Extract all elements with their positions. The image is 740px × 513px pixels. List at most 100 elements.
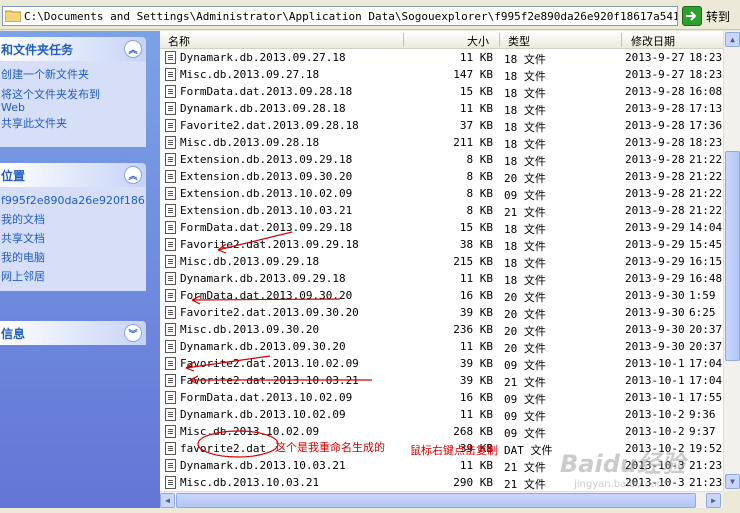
file-time: 9:36 bbox=[689, 408, 716, 421]
task-share-folder[interactable]: 共享此文件夹 bbox=[1, 114, 146, 133]
column-divider[interactable] bbox=[403, 33, 404, 47]
file-type: 20 文件 bbox=[504, 308, 546, 321]
go-label: 转到 bbox=[706, 9, 731, 24]
panel-title: 和文件夹任务 bbox=[1, 42, 74, 57]
table-row[interactable]: Favorite2.dat.2013.10.03.21 39 KB 21 文件 201… bbox=[160, 372, 723, 389]
table-row[interactable]: Misc.db.2013.09.27.18 147 KB 18 文件 2013-9-2… bbox=[160, 66, 723, 83]
file-date: 2013-9-28 bbox=[625, 119, 685, 132]
file-size: 11 KB bbox=[459, 102, 493, 115]
task-publish-web-cont[interactable]: Web bbox=[1, 102, 146, 114]
file-icon bbox=[165, 238, 176, 251]
file-date: 2013-9-29 bbox=[625, 238, 685, 251]
table-row[interactable]: Dynamark.db.2013.09.30.20 11 KB 20 文件 2013-… bbox=[160, 338, 723, 355]
task-publish-web[interactable]: 将这个文件夹发布到 bbox=[1, 87, 146, 102]
file-date: 2013-10-1 bbox=[625, 391, 685, 404]
file-size: 268 KB bbox=[453, 425, 493, 438]
file-size: 11 KB bbox=[459, 340, 493, 353]
column-divider[interactable] bbox=[621, 33, 622, 47]
scroll-up-arrow-icon[interactable]: ▲ bbox=[725, 32, 740, 47]
file-type: 18 文件 bbox=[504, 87, 546, 100]
details-header[interactable]: 信息 ︾ bbox=[0, 321, 146, 345]
file-name: favorite2.dat bbox=[180, 442, 267, 455]
file-date: 2013-9-27 bbox=[625, 68, 685, 81]
file-name: Favorite2.dat.2013.09.29.18 bbox=[180, 238, 359, 251]
file-size: 39 KB bbox=[459, 306, 493, 319]
folder-icon bbox=[5, 10, 21, 22]
address-bar: C:\Documents and Settings\Administrator\… bbox=[0, 0, 740, 30]
table-row[interactable]: Extension.db.2013.09.30.20 8 KB 20 文件 2013-… bbox=[160, 168, 723, 185]
table-row[interactable]: FormData.dat.2013.09.30.20 16 KB 20 文件 2013… bbox=[160, 287, 723, 304]
file-icon bbox=[165, 51, 176, 64]
file-type: 18 文件 bbox=[504, 53, 546, 66]
task-new-folder[interactable]: 创建一个新文件夹 bbox=[1, 65, 146, 84]
vertical-scroll-thumb[interactable] bbox=[725, 151, 740, 361]
place-parent-folder[interactable]: f995f2e890da26e920f186 bbox=[1, 191, 146, 210]
table-row[interactable]: Extension.db.2013.10.02.09 8 KB 09 文件 2013-… bbox=[160, 185, 723, 202]
file-name: Dynamark.db.2013.09.30.20 bbox=[180, 340, 346, 353]
file-modified: 2013-9-30 6:25 bbox=[625, 306, 716, 319]
file-type: 20 文件 bbox=[504, 291, 546, 304]
table-row[interactable]: Favorite2.dat.2013.10.02.09 39 KB 09 文件 201… bbox=[160, 355, 723, 372]
file-modified: 2013-9-28 18:23 bbox=[625, 136, 722, 149]
chevron-up-icon[interactable]: ︽ bbox=[124, 166, 142, 184]
file-icon bbox=[165, 391, 176, 404]
chevron-down-icon[interactable]: ︾ bbox=[124, 324, 142, 342]
file-name: Dynamark.db.2013.09.28.18 bbox=[180, 102, 346, 115]
file-time: 6:25 bbox=[689, 306, 716, 319]
file-name: Dynamark.db.2013.09.29.18 bbox=[180, 272, 346, 285]
file-modified: 2013-10-1 17:55 bbox=[625, 391, 722, 404]
file-type: 18 文件 bbox=[504, 104, 546, 117]
file-type: 18 文件 bbox=[504, 70, 546, 83]
file-time: 1:59 bbox=[689, 289, 716, 302]
table-row[interactable]: Favorite2.dat.2013.09.30.20 39 KB 20 文件 201… bbox=[160, 304, 723, 321]
table-row[interactable]: Dynamark.db.2013.09.29.18 11 KB 18 文件 2013-… bbox=[160, 270, 723, 287]
place-shared-documents[interactable]: 共享文档 bbox=[1, 229, 146, 248]
file-modified: 2013-9-27 18:23 bbox=[625, 51, 722, 64]
watermark-logo: Baidu经验 bbox=[560, 450, 685, 478]
table-row[interactable]: Favorite2.dat.2013.09.29.18 38 KB 18 文件 201… bbox=[160, 236, 723, 253]
place-my-computer[interactable]: 我的电脑 bbox=[1, 248, 146, 267]
table-row[interactable]: Extension.db.2013.09.29.18 8 KB 18 文件 2013-… bbox=[160, 151, 723, 168]
address-input[interactable]: C:\Documents and Settings\Administrator\… bbox=[2, 6, 678, 26]
file-date: 2013-9-28 bbox=[625, 85, 685, 98]
column-modified[interactable]: 修改日期 bbox=[631, 33, 675, 49]
file-name: Dynamark.db.2013.10.03.21 bbox=[180, 459, 346, 472]
table-row[interactable]: Dynamark.db.2013.10.02.09 11 KB 09 文件 2013-… bbox=[160, 406, 723, 423]
table-row[interactable]: Extension.db.2013.10.03.21 8 KB 21 文件 2013-… bbox=[160, 202, 723, 219]
column-size[interactable]: 大小 bbox=[467, 33, 489, 49]
table-row[interactable]: Misc.db.2013.09.30.20 236 KB 20 文件 2013-9-3… bbox=[160, 321, 723, 338]
column-divider[interactable] bbox=[499, 33, 500, 47]
other-places-header[interactable]: 位置 ︽ bbox=[0, 163, 146, 187]
table-row[interactable]: Dynamark.db.2013.09.27.18 11 KB 18 文件 2013-… bbox=[160, 49, 723, 66]
vertical-scrollbar[interactable]: ▲ ▼ bbox=[723, 31, 740, 491]
table-row[interactable]: FormData.dat.2013.10.02.09 16 KB 09 文件 2013… bbox=[160, 389, 723, 406]
chevron-up-icon[interactable]: ︽ bbox=[124, 40, 142, 58]
file-time: 17:04 bbox=[689, 357, 723, 370]
column-name[interactable]: 名称 bbox=[168, 33, 190, 49]
file-folder-tasks-header[interactable]: 和文件夹任务 ︽ bbox=[0, 37, 146, 61]
file-name: Misc.db.2013.10.02.09 bbox=[180, 425, 320, 438]
column-header: 名称 大小 类型 修改日期 bbox=[160, 31, 723, 49]
table-row[interactable]: Favorite2.dat.2013.09.28.18 37 KB 18 文件 201… bbox=[160, 117, 723, 134]
file-size: 37 KB bbox=[459, 119, 493, 132]
table-row[interactable]: Dynamark.db.2013.09.28.18 11 KB 18 文件 2013-… bbox=[160, 100, 723, 117]
table-row[interactable]: FormData.dat.2013.09.29.18 15 KB 18 文件 2013… bbox=[160, 219, 723, 236]
file-icon bbox=[165, 408, 176, 421]
file-size: 8 KB bbox=[466, 204, 494, 217]
column-type[interactable]: 类型 bbox=[508, 33, 530, 49]
file-name: Dynamark.db.2013.09.27.18 bbox=[180, 51, 346, 64]
file-icon bbox=[165, 459, 176, 472]
table-row[interactable]: Misc.db.2013.09.28.18 211 KB 18 文件 2013-9-2… bbox=[160, 134, 723, 151]
table-row[interactable]: FormData.dat.2013.09.28.18 15 KB 18 文件 2013… bbox=[160, 83, 723, 100]
table-row[interactable]: Misc.db.2013.09.29.18 215 KB 18 文件 2013-9-2… bbox=[160, 253, 723, 270]
go-button[interactable]: 转到 bbox=[682, 5, 738, 27]
place-my-documents[interactable]: 我的文档 bbox=[1, 210, 146, 229]
file-date: 2013-9-29 bbox=[625, 272, 685, 285]
file-modified: 2013-9-28 17:13 bbox=[625, 102, 722, 115]
file-icon bbox=[165, 323, 176, 336]
table-row[interactable]: Misc.db.2013.10.02.09 268 KB 09 文件 2013-10-… bbox=[160, 423, 723, 440]
scroll-left-arrow-icon[interactable]: ◀ bbox=[160, 493, 175, 508]
place-network[interactable]: 网上邻居 bbox=[1, 267, 146, 286]
file-name: Misc.db.2013.09.28.18 bbox=[180, 136, 320, 149]
file-icon bbox=[165, 204, 176, 217]
